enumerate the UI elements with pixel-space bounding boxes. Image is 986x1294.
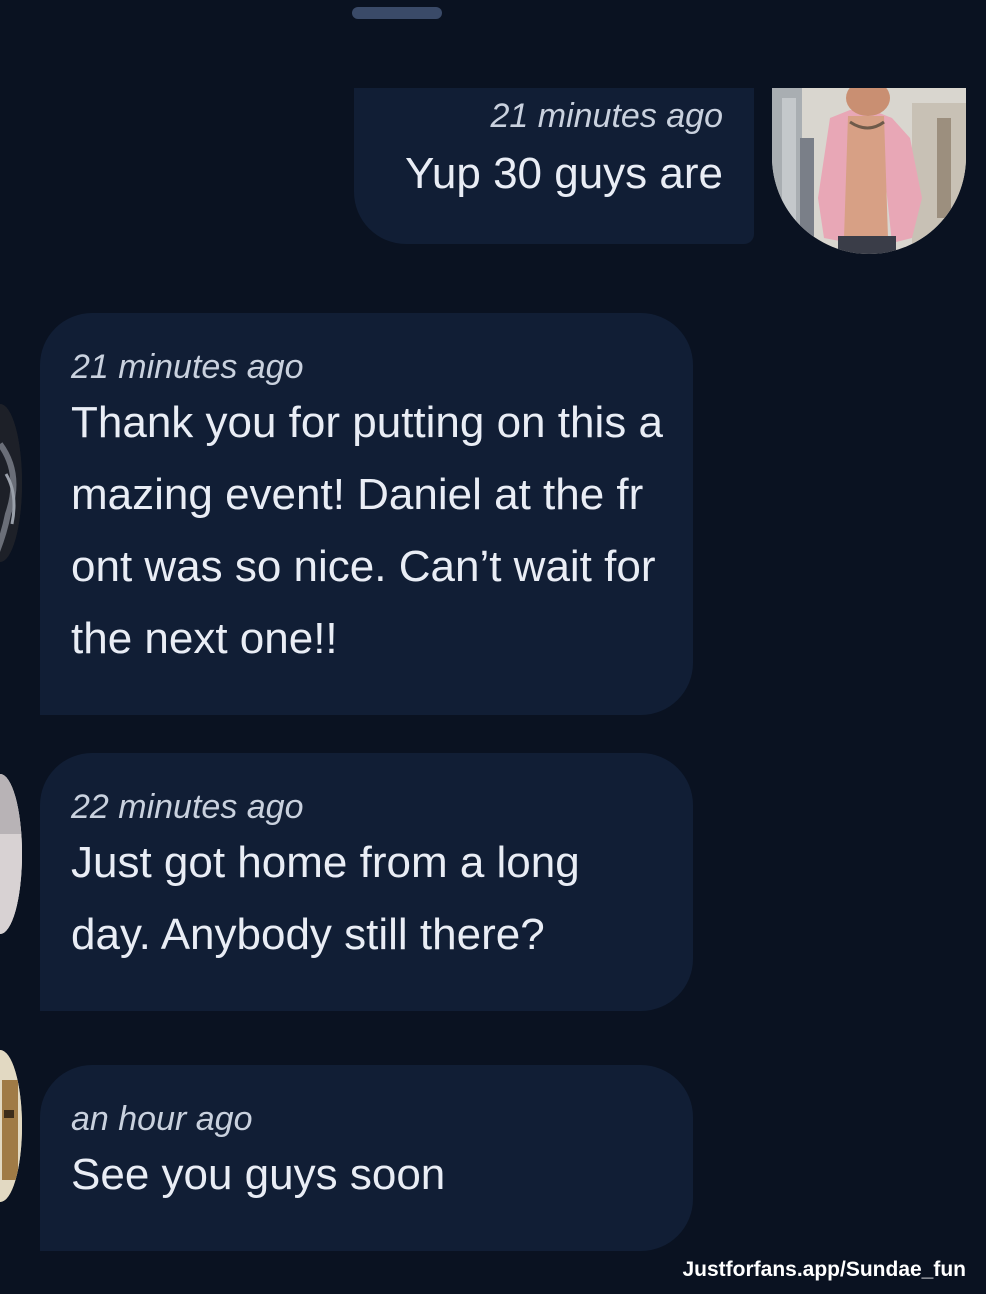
avatar-photo [0, 404, 22, 562]
outgoing-message-bubble[interactable]: 21 minutes ago Yup 30 guys are [354, 88, 754, 244]
sender-avatar[interactable] [772, 88, 966, 254]
incoming-message-bubble[interactable]: an hour ago See you guys soon [40, 1065, 693, 1251]
avatar-photo [0, 1050, 22, 1202]
message-text: Just got home from a long day. Anybody s… [71, 838, 580, 959]
avatar-photo [0, 774, 22, 934]
incoming-message-bubble[interactable]: 22 minutes ago Just got home from a long… [40, 753, 693, 1011]
message-timestamp: 22 minutes ago [71, 788, 304, 826]
message-timestamp: 21 minutes ago [490, 97, 724, 135]
contact-avatar[interactable] [0, 774, 22, 934]
contact-avatar[interactable] [0, 1050, 22, 1202]
sheet-drag-handle[interactable] [352, 7, 442, 19]
contact-avatar[interactable] [0, 404, 22, 562]
message-timestamp: 21 minutes ago [71, 348, 304, 386]
message-text: See you guys soon [71, 1150, 446, 1199]
incoming-message-bubble[interactable]: 21 minutes ago Thank you for putting on … [40, 313, 693, 715]
message-text: Yup 30 guys are [404, 149, 723, 198]
watermark: Justforfans.app/Sundae_fun [682, 1258, 966, 1281]
avatar-photo [772, 88, 966, 254]
message-timestamp: an hour ago [71, 1100, 253, 1138]
message-text: Thank you for putting on this amazing ev… [71, 398, 663, 663]
